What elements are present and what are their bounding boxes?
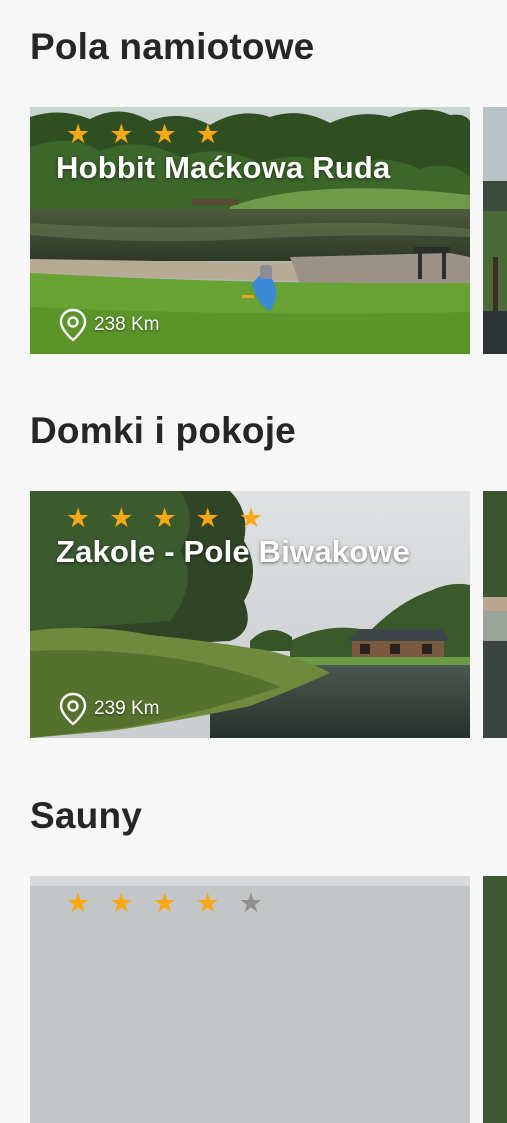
star-icon: ★ [109, 888, 134, 919]
place-photo [483, 876, 507, 1123]
place-card-zakole[interactable]: ★ ★ ★ ★ ★ Zakole - Pole Biwakowe 239 Km [30, 491, 470, 738]
distance-label: 238 Km [94, 314, 160, 335]
section-title-pola-namiotowe: Pola namiotowe [30, 26, 315, 67]
star-icon: ★ [109, 119, 134, 150]
rating-stars: ★ ★ ★ ★ ★ [66, 890, 282, 917]
next-card-peek[interactable] [483, 876, 507, 1123]
place-card-hobbit[interactable]: ★ ★ ★ ★ Hobbit Maćkowa Ruda 238 Km [30, 107, 470, 354]
star-icon: ★ [152, 888, 177, 919]
star-icon: ★ [152, 119, 177, 150]
star-icon: ★ [238, 503, 264, 534]
place-photo [483, 491, 507, 738]
distance-row: 238 Km [58, 308, 159, 342]
section-title-sauny: Sauny [30, 795, 143, 836]
star-icon: ★ [238, 888, 264, 919]
location-pin-icon [59, 692, 87, 726]
place-photo [483, 107, 507, 354]
place-card-sauna[interactable]: ★ ★ ★ ★ ★ [30, 876, 470, 1123]
star-icon: ★ [66, 888, 91, 919]
next-card-peek[interactable] [483, 491, 507, 738]
place-name: Hobbit Maćkowa Ruda [56, 150, 391, 185]
place-name: Zakole - Pole Biwakowe [56, 534, 411, 569]
rating-stars: ★ ★ ★ ★ [66, 121, 239, 148]
star-icon: ★ [152, 503, 177, 534]
rating-stars: ★ ★ ★ ★ ★ [66, 505, 282, 532]
star-icon: ★ [66, 503, 91, 534]
location-pin-icon [59, 308, 87, 342]
star-icon: ★ [109, 503, 134, 534]
section-title-domki-i-pokoje: Domki i pokoje [30, 410, 296, 451]
distance-label: 239 Km [94, 698, 160, 719]
distance-row: 239 Km [58, 692, 159, 726]
star-icon: ★ [195, 888, 220, 919]
star-icon: ★ [66, 119, 91, 150]
star-icon: ★ [195, 119, 220, 150]
next-card-peek[interactable] [483, 107, 507, 354]
star-icon: ★ [195, 503, 220, 534]
